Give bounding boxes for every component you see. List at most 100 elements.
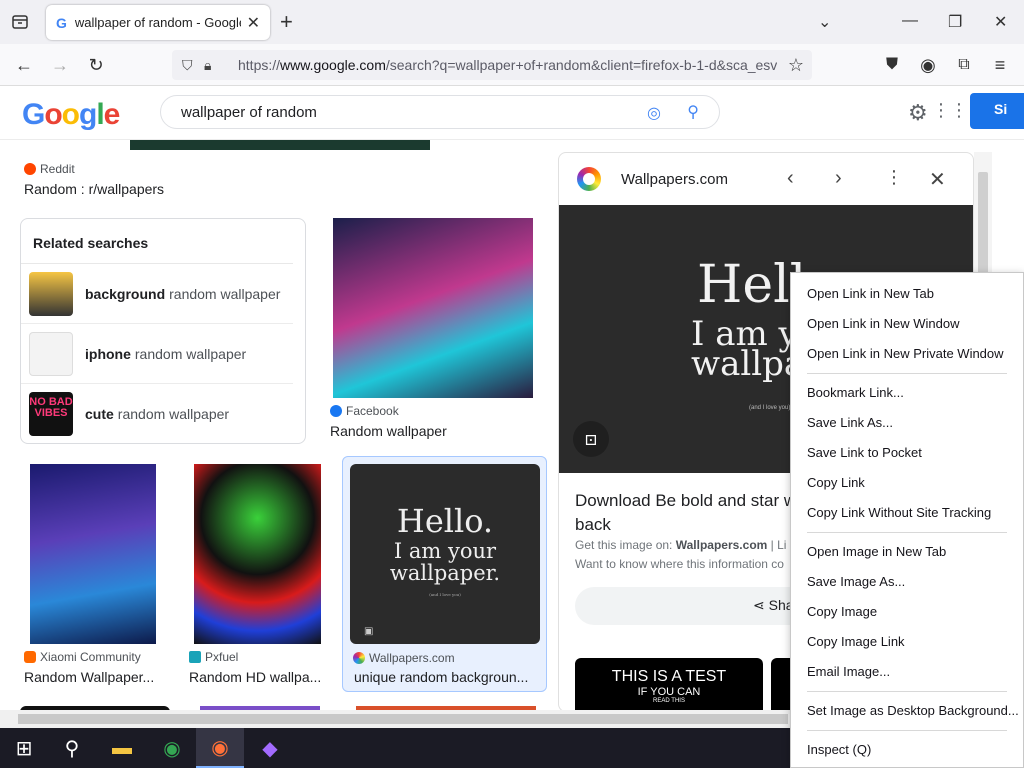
related-thumb xyxy=(29,271,73,316)
firefox-icon[interactable]: ◉ xyxy=(196,728,244,768)
maximize-icon[interactable]: ❐ xyxy=(948,12,962,32)
xiaomi-result-title[interactable]: Random Wallpaper... xyxy=(24,669,164,685)
xiaomi-image-thumbnail[interactable] xyxy=(30,464,156,644)
list-all-tabs-icon[interactable]: ⌄ xyxy=(818,12,831,32)
context-menu: Open Link in New Tab Open Link in New Wi… xyxy=(790,272,1024,768)
wallpapers-favicon-icon xyxy=(353,652,365,664)
open-link-private-window[interactable]: Open Link in New Private Window xyxy=(791,339,1023,369)
google-header: Google wallpaper of random ◎ ⚲ ⚙ ⋮⋮⋮ Si xyxy=(0,86,1024,140)
copy-link-without-tracking[interactable]: Copy Link Without Site Tracking xyxy=(791,498,1023,528)
search-icon[interactable]: ⚲ xyxy=(687,102,699,122)
related-thumb xyxy=(29,331,73,376)
pxfuel-image-thumbnail[interactable] xyxy=(194,464,321,644)
facebook-image-thumbnail[interactable] xyxy=(333,218,533,398)
previous-chevron-icon[interactable]: ‹ xyxy=(787,167,794,190)
hello-line4: (and I love you) xyxy=(429,592,461,597)
windows-start-icon[interactable]: ⊞ xyxy=(0,728,48,768)
reddit-result-title[interactable]: Random : r/wallpapers xyxy=(24,181,164,197)
test-line3: READ THIS xyxy=(653,698,685,704)
copy-link[interactable]: Copy Link xyxy=(791,468,1023,498)
preview-image-small-text: (and I love you) xyxy=(749,405,791,411)
reddit-icon xyxy=(24,163,36,175)
facebook-source-label: Facebook xyxy=(346,404,399,418)
reload-icon[interactable]: ↻ xyxy=(84,53,108,77)
open-image-new-tab[interactable]: Open Image in New Tab xyxy=(791,537,1023,567)
close-tab-icon[interactable]: ✕ xyxy=(247,13,260,33)
open-link-new-tab[interactable]: Open Link in New Tab xyxy=(791,279,1023,309)
tab-list-icon[interactable] xyxy=(8,10,32,34)
scrollbar-thumb[interactable] xyxy=(18,714,788,724)
menu-separator xyxy=(807,730,1007,731)
pxfuel-source-label: Pxfuel xyxy=(205,650,239,664)
set-desktop-background[interactable]: Set Image as Desktop Background... xyxy=(791,696,1023,726)
back-arrow-icon[interactable]: ← xyxy=(12,53,36,77)
google-doodle-logo[interactable]: Google xyxy=(22,98,120,132)
email-image[interactable]: Email Image... xyxy=(791,657,1023,687)
facebook-source[interactable]: Facebook xyxy=(330,404,399,418)
close-window-icon[interactable]: ✕ xyxy=(994,12,1007,32)
next-chevron-icon[interactable]: › xyxy=(835,167,842,190)
related-image-thumbnail[interactable]: THIS IS A TEST IF YOU CAN READ THIS xyxy=(575,658,763,710)
file-explorer-icon[interactable]: ▬ xyxy=(98,728,146,768)
minimize-icon[interactable]: — xyxy=(902,12,918,30)
facebook-result-title[interactable]: Random wallpaper xyxy=(330,423,447,439)
related-rest: random wallpaper xyxy=(117,406,230,422)
preview-site-name[interactable]: Wallpapers.com xyxy=(621,171,728,188)
open-link-new-window[interactable]: Open Link in New Window xyxy=(791,309,1023,339)
lock-icon[interactable]: 🔒︎ xyxy=(204,57,226,74)
wallpapers-site-icon xyxy=(577,167,601,191)
url-path: /search?q=wallpaper+of+random&client=fir… xyxy=(385,57,778,73)
related-thumb: NO BAD VIBES xyxy=(29,392,73,436)
bookmark-link[interactable]: Bookmark Link... xyxy=(791,378,1023,408)
visual-studio-icon[interactable]: ◆ xyxy=(246,728,294,768)
extensions-icon[interactable]: ⧉ xyxy=(952,53,976,77)
related-search-item[interactable]: background random wallpaper xyxy=(21,264,293,324)
address-bar[interactable]: ⛉ 🔒︎ https://www.google.com/search?q=wal… xyxy=(172,50,812,80)
xiaomi-source-label: Xiaomi Community xyxy=(40,650,141,664)
bookmark-star-icon[interactable]: ☆ xyxy=(784,53,808,77)
close-preview-icon[interactable]: ✕ xyxy=(929,167,946,192)
inspect[interactable]: Inspect (Q) xyxy=(791,735,1023,765)
forward-arrow-icon[interactable]: → xyxy=(48,53,72,77)
save-link-to-pocket[interactable]: Save Link to Pocket xyxy=(791,438,1023,468)
settings-gear-icon[interactable]: ⚙ xyxy=(908,100,928,126)
sign-in-button[interactable]: Si xyxy=(970,93,1024,129)
related-search-item[interactable]: NO BAD VIBES cute random wallpaper xyxy=(21,384,293,444)
preview-header: Wallpapers.com xyxy=(559,153,973,205)
wallpapers-result-title[interactable]: unique random backgroun... xyxy=(354,669,542,685)
image-result-top[interactable] xyxy=(130,140,430,150)
browser-tab-active[interactable]: G wallpaper of random - Google Search ✕ xyxy=(46,5,270,40)
account-icon[interactable]: ◉ xyxy=(916,53,940,77)
save-image-as[interactable]: Save Image As... xyxy=(791,567,1023,597)
copy-image[interactable]: Copy Image xyxy=(791,597,1023,627)
chrome-icon[interactable]: ◉ xyxy=(148,728,196,768)
more-options-icon[interactable]: ⋮ xyxy=(885,167,903,188)
tracking-shield-icon[interactable]: ⛉ xyxy=(182,57,204,74)
know-where-text[interactable]: Want to know where this information co xyxy=(575,557,784,571)
image-icon: ▣ xyxy=(364,626,374,637)
get-image-label: Get this image on: xyxy=(575,538,673,552)
google-favicon-icon: G xyxy=(56,14,67,31)
lens-search-icon[interactable]: ⊡ xyxy=(573,421,609,457)
selected-image-card[interactable]: Hello. I am your wallpaper. (and I love … xyxy=(342,456,547,692)
related-search-item[interactable]: iphone random wallpaper xyxy=(21,324,293,384)
google-lens-icon[interactable]: ◎ xyxy=(647,103,661,123)
reddit-source[interactable]: Reddit xyxy=(24,162,75,176)
search-input[interactable]: wallpaper of random ◎ ⚲ xyxy=(160,95,720,129)
pxfuel-result-title[interactable]: Random HD wallpa... xyxy=(189,669,329,685)
wallpapers-image-thumbnail[interactable]: Hello. I am your wallpaper. (and I love … xyxy=(350,464,540,644)
url-text[interactable]: https://www.google.com/search?q=wallpape… xyxy=(238,57,777,73)
pxfuel-source[interactable]: Pxfuel xyxy=(189,650,238,664)
pocket-icon[interactable]: ⛊ xyxy=(880,53,904,77)
xiaomi-source[interactable]: Xiaomi Community xyxy=(24,650,141,664)
wallpapers-source[interactable]: Wallpapers.com xyxy=(353,651,455,665)
new-tab-icon[interactable]: + xyxy=(280,10,293,34)
search-icon[interactable]: ⚲ xyxy=(48,728,96,768)
save-link-as[interactable]: Save Link As... xyxy=(791,408,1023,438)
reddit-source-label: Reddit xyxy=(40,162,75,176)
menu-icon[interactable]: ≡ xyxy=(988,53,1012,77)
related-searches-heading: Related searches xyxy=(21,219,293,264)
related-bold: background xyxy=(85,285,166,302)
copy-image-link[interactable]: Copy Image Link xyxy=(791,627,1023,657)
get-image-site[interactable]: Wallpapers.com xyxy=(676,538,768,552)
